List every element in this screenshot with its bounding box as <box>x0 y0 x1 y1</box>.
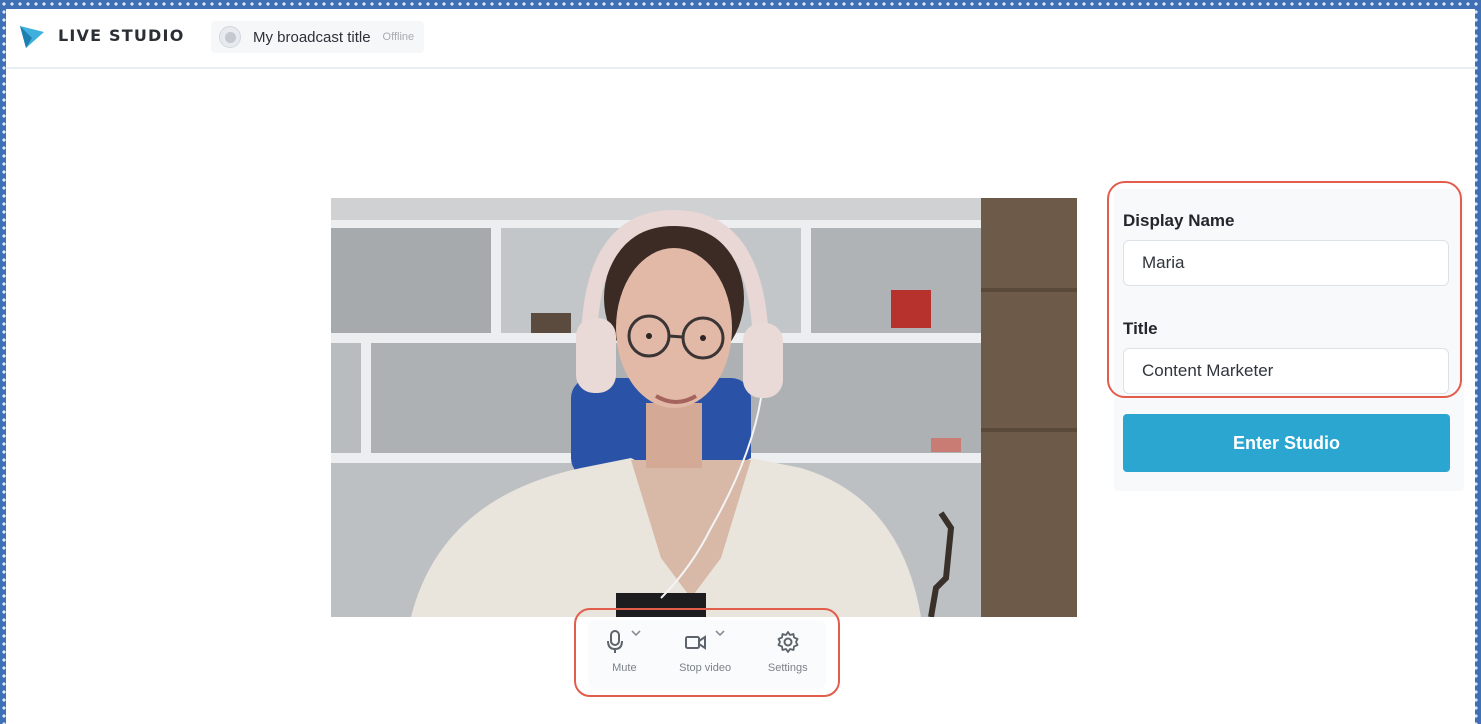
gear-icon <box>777 631 799 653</box>
settings-label: Settings <box>767 662 808 674</box>
broadcast-status-area[interactable]: My broadcast title Offline <box>211 21 425 53</box>
microphone-icon <box>607 630 624 653</box>
chevron-down-icon[interactable] <box>630 628 642 638</box>
broadcast-title[interactable]: My broadcast title <box>253 29 371 46</box>
mute-label: Mute <box>612 662 637 674</box>
mute-button[interactable]: Mute <box>606 630 642 674</box>
top-bar: LIVE STUDIO My broadcast title Offline <box>6 9 1475 69</box>
broadcast-status: Offline <box>382 31 415 43</box>
form-fields-highlight <box>1107 181 1462 398</box>
stop-video-button[interactable]: Stop video <box>679 630 731 674</box>
stop-video-label: Stop video <box>679 662 732 674</box>
record-dot-icon <box>219 26 241 48</box>
camera-preview <box>331 198 1077 617</box>
app-window: LIVE STUDIO My broadcast title Offline M… <box>6 9 1475 724</box>
brand-name: LIVE STUDIO <box>58 26 185 45</box>
settings-button[interactable]: Settings <box>768 630 808 674</box>
chevron-down-icon[interactable] <box>714 628 726 638</box>
enter-studio-button[interactable]: Enter Studio <box>1123 414 1450 472</box>
media-controls: Mute Stop video Settings <box>588 620 826 688</box>
play-triangle-logo-icon <box>20 26 44 48</box>
video-camera-icon <box>685 635 707 650</box>
